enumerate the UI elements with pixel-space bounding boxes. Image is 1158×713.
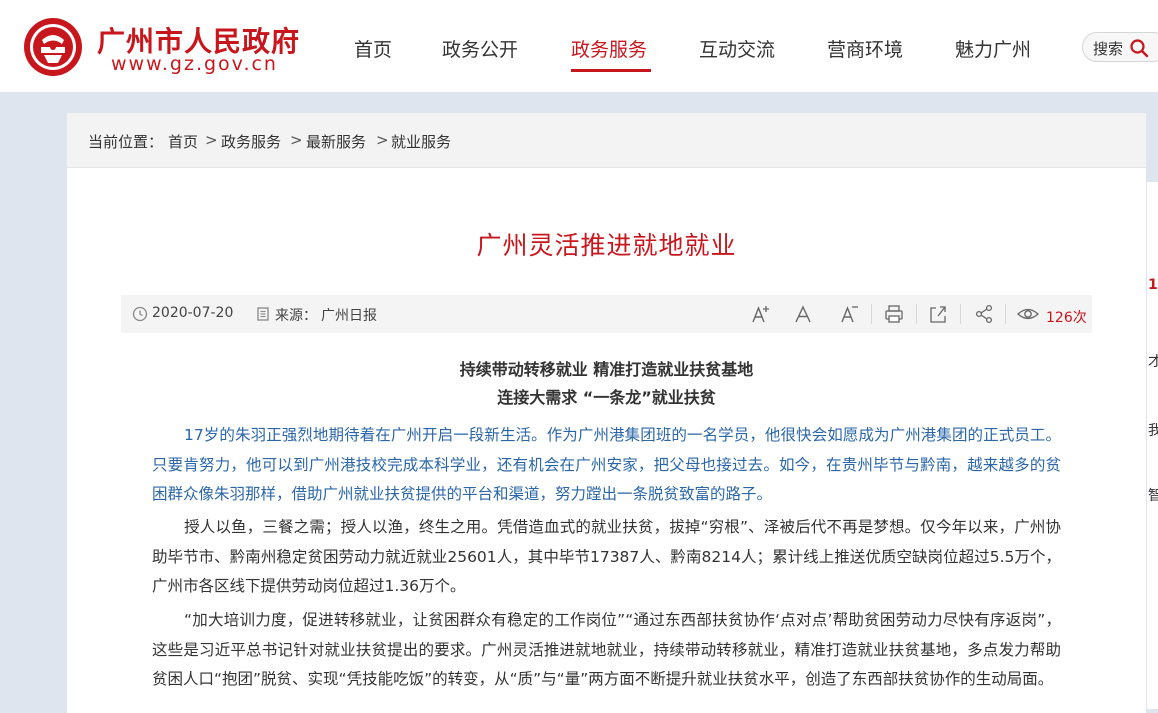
breadcrumb: 当前位置： 首页 > 政务服务 > 最新服务 > 就业服务 <box>67 113 1146 168</box>
share-out-icon[interactable] <box>927 303 949 325</box>
article-paragraph: “加大培训力度，促进转移就业，让贫困群众有稳定的工作岗位”“通过东西部扶贫协作‘… <box>152 606 1061 695</box>
document-icon <box>257 307 269 321</box>
nav-gov-services[interactable]: 政务服务 <box>571 35 647 73</box>
breadcrumb-latest-services[interactable]: 最新服务 <box>306 131 366 152</box>
sidebar-fragment: 才 <box>1148 354 1158 370</box>
eye-icon <box>1017 308 1039 320</box>
site-url[interactable]: www.gz.gov.cn <box>111 53 278 75</box>
nav-active-indicator <box>571 69 651 72</box>
font-smaller-icon[interactable] <box>838 303 860 325</box>
breadcrumb-gov-services[interactable]: 政务服务 <box>221 131 281 152</box>
article-paragraph: 17岁的朱羽正强烈地期待着在广州开启一段新生活。作为广州港集团班的一名学员，他很… <box>152 421 1061 510</box>
city-emblem-icon[interactable] <box>22 16 84 78</box>
nav-home[interactable]: 首页 <box>354 35 392 73</box>
toolbar-divider <box>916 304 917 324</box>
article-subhead-1: 持续带动转移就业 精准打造就业扶贫基地 <box>459 360 754 379</box>
article-paragraph: 授人以鱼，三餐之需；授人以渔，终生之用。凭借造血式的就业扶贫，拔掉“穷根”、泽被… <box>152 513 1061 602</box>
breadcrumb-home[interactable]: 首页 <box>168 131 198 152</box>
font-normal-icon[interactable] <box>792 303 814 325</box>
toolbar-divider <box>1005 304 1006 324</box>
article-title: 广州灵活推进就地就业 <box>476 231 737 260</box>
breadcrumb-separator: > <box>376 131 389 149</box>
source-label: 来源： <box>275 308 317 324</box>
site-header: 广州市人民政府 www.gz.gov.cn 首页 政务公开 政务服务 互动交流 … <box>0 0 1158 92</box>
article-paragraph-text: 17岁的朱羽正强烈地期待着在广州开启一段新生活。作为广州港集团班的一名学员，他很… <box>152 426 1061 503</box>
article-date: 2020-07-20 <box>152 305 234 321</box>
view-count: 126次 <box>1046 310 1087 326</box>
share-icon[interactable] <box>973 303 995 325</box>
article-subhead-2: 连接大需求 “一条龙”就业扶贫 <box>497 388 716 407</box>
breadcrumb-employment-services[interactable]: 就业服务 <box>391 131 451 152</box>
search-label[interactable]: 搜索 <box>1093 38 1123 59</box>
breadcrumb-prefix: 当前位置： <box>88 133 164 151</box>
sidebar-fragment: 1 <box>1148 277 1158 293</box>
breadcrumb-separator: > <box>290 131 303 149</box>
right-sidebar <box>1147 182 1158 709</box>
print-icon[interactable] <box>883 303 905 325</box>
search-box[interactable]: 搜索 <box>1082 32 1158 62</box>
article-source: 广州日报 <box>321 308 377 324</box>
breadcrumb-separator: > <box>205 131 218 149</box>
nav-charm-guangzhou[interactable]: 魅力广州 <box>955 35 1031 73</box>
clock-icon <box>132 306 148 322</box>
sidebar-fragment: 智 <box>1148 488 1158 504</box>
article-paragraph-text: “加大培训力度，促进转移就业，让贫困群众有稳定的工作岗位”“通过东西部扶贫协作‘… <box>152 611 1061 688</box>
nav-interaction[interactable]: 互动交流 <box>699 35 775 73</box>
toolbar-divider <box>871 304 872 324</box>
sidebar-fragment: 我 <box>1148 423 1158 439</box>
font-larger-icon[interactable] <box>749 303 771 325</box>
search-icon[interactable] <box>1129 38 1149 58</box>
article-meta-bar: 2020-07-20 来源： 广州日报 <box>121 295 1092 333</box>
nav-business-env[interactable]: 营商环境 <box>827 35 903 73</box>
nav-gov-public[interactable]: 政务公开 <box>442 35 518 73</box>
toolbar-divider <box>960 304 961 324</box>
article-paragraph-text: 授人以鱼，三餐之需；授人以渔，终生之用。凭借造血式的就业扶贫，拔掉“穷根”、泽被… <box>152 518 1061 595</box>
